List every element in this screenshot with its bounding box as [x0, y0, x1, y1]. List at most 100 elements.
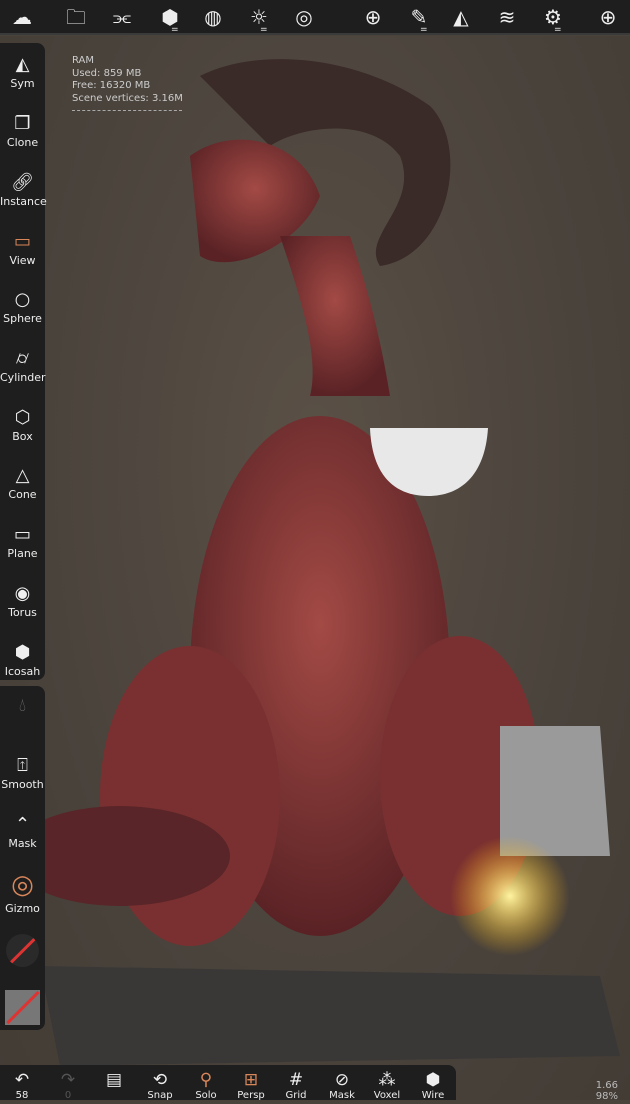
cylinder-icon: ⌭ — [16, 348, 29, 369]
undo-icon: ↶ — [14, 1070, 30, 1090]
torus-button[interactable]: ◉ Torus — [0, 582, 45, 619]
solo-button[interactable]: ⚲ Solo — [186, 1070, 226, 1101]
smooth-button[interactable]: ⍐ Smooth — [0, 754, 45, 791]
dragon-sculpture — [10, 59, 620, 1066]
voxel-button[interactable]: ⁂ Voxel — [367, 1070, 407, 1101]
plane-button[interactable]: ▭ Plane — [0, 523, 45, 560]
corner-stats: 1.66 98% — [596, 1080, 618, 1102]
add-object-icon[interactable]: ⊕ — [595, 4, 621, 30]
light-icon[interactable]: ☼ = — [246, 4, 272, 35]
layers-icon[interactable]: ≋ — [494, 4, 520, 30]
sym-label: Sym — [10, 77, 35, 90]
undo-count: 58 — [15, 1090, 29, 1101]
mask-visibility-label: Mask — [329, 1090, 355, 1101]
sphere-icon: ○ — [14, 289, 31, 310]
sym-button[interactable]: ◭ Sym — [0, 53, 45, 90]
scene-graph-icon[interactable]: ⫘ — [109, 4, 135, 30]
box-button[interactable]: ⬡ Box — [0, 406, 45, 443]
redo-button[interactable]: ↷ 0 — [48, 1070, 88, 1101]
persp-label: Persp — [237, 1090, 265, 1101]
memory-stats: RAM Used: 859 MB Free: 16320 MB Scene ve… — [72, 55, 183, 111]
grid-button[interactable]: # Grid — [276, 1070, 316, 1101]
smooth-icon: ⍐ — [17, 755, 28, 776]
voxel-label: Voxel — [373, 1090, 401, 1101]
mask-button[interactable]: ⌃ Mask — [0, 813, 45, 850]
grid-icon: # — [288, 1070, 304, 1090]
icosahedron-icon: ⬢ — [14, 642, 31, 663]
material-sphere-icon[interactable]: ◍ — [200, 4, 226, 30]
cloud-logo-icon[interactable]: ☁ — [9, 4, 35, 30]
perspective-icon: ⊞ — [243, 1070, 259, 1090]
cylinder-button[interactable]: ⌭ Cylinder — [0, 347, 46, 384]
snap-icon: ⟲ — [152, 1070, 168, 1090]
undo-button[interactable]: ↶ 58 — [2, 1070, 42, 1101]
torus-icon: ◉ — [14, 583, 31, 604]
icosah-label: Icosah — [4, 665, 41, 678]
icosah-button[interactable]: ⬢ Icosah — [0, 641, 45, 678]
ram-free: Free: 16320 MB — [72, 80, 151, 91]
symmetry-icon[interactable]: ◭ — [448, 4, 474, 30]
symmetry-icon: ◭ — [15, 54, 30, 75]
corner-percent: 98% — [595, 1091, 618, 1102]
instance-button[interactable]: 🔗︎ Instance — [0, 171, 47, 208]
mask-icon: ⌃ — [14, 814, 31, 835]
solo-label: Solo — [195, 1090, 217, 1101]
gizmo-label: Gizmo — [5, 902, 40, 915]
wire-button[interactable]: ⬢ Wire — [413, 1070, 453, 1101]
mask-label: Mask — [8, 837, 37, 850]
wire-label: Wire — [421, 1090, 445, 1101]
bottom-toolbar: ↶ 58 ↷ 0 ▤ ⟲ Snap ⚲ Solo ⊞ Persp # Grid ⊘ Mask … — [0, 1065, 456, 1101]
ram-used: Used: 859 MB — [72, 67, 142, 79]
sidebar-bottom-panel: 💧︎ ⍐ Smooth ⌃ Mask ◎ Gizmo — [0, 686, 45, 1030]
clone-button[interactable]: ❐ Clone — [0, 112, 45, 149]
grid-label: Grid — [285, 1090, 307, 1101]
redo-icon: ↷ — [60, 1070, 76, 1090]
plane-icon: ▭ — [13, 524, 31, 545]
voxel-icon: ⁂ — [378, 1070, 396, 1090]
sidebar-top-panel: ◭ Sym ❐ Clone 🔗︎ Instance ▭ View ○ Sphere ⌭ Cy… — [0, 43, 47, 680]
box-label: Box — [12, 430, 33, 443]
wireframe-icon: ⬢ — [425, 1070, 441, 1090]
box-icon: ⬡ — [14, 407, 31, 428]
instance-label: Instance — [0, 195, 47, 208]
torus-label: Torus — [8, 606, 37, 619]
add-layer-icon[interactable]: ⊕ — [360, 4, 386, 30]
gizmo-button[interactable]: ◎ Gizmo — [0, 868, 45, 915]
drop-glyph: 💧︎ — [18, 695, 27, 716]
solo-icon: ⚲ — [199, 1070, 213, 1090]
texture-picker-button[interactable] — [5, 990, 40, 1025]
plane-label: Plane — [7, 547, 38, 560]
empty-slash-icon — [6, 990, 40, 1025]
mesh-topology-icon[interactable]: ⬢ = — [157, 4, 183, 35]
view-label: View — [9, 254, 36, 267]
shading-icon[interactable]: ◎ — [291, 4, 317, 30]
clone-label: Clone — [6, 136, 39, 149]
snap-button[interactable]: ⟲ Snap — [140, 1070, 180, 1101]
link-icon: 🔗︎ — [11, 172, 34, 193]
scene-vertices: Scene vertices: 3.16M — [72, 92, 183, 104]
view-button[interactable]: ▭ View — [0, 230, 45, 267]
stats-divider — [72, 105, 182, 111]
settings-icon[interactable]: ⚙ = — [540, 4, 566, 35]
3d-viewport[interactable] — [0, 36, 630, 1100]
brush-icon[interactable]: ✎ = — [406, 4, 432, 35]
corner-value: 1.66 — [595, 1080, 618, 1091]
sphere-label: Sphere — [3, 312, 42, 325]
cylinder-label: Cylinder — [0, 371, 46, 384]
redo-count: 0 — [64, 1090, 72, 1101]
snap-label: Snap — [147, 1090, 173, 1101]
persp-button[interactable]: ⊞ Persp — [231, 1070, 271, 1101]
drop-icon[interactable]: 💧︎ — [0, 694, 45, 718]
smooth-label: Smooth — [1, 778, 44, 791]
mask-visibility-button[interactable]: ⊘ Mask — [322, 1070, 362, 1101]
cone-button[interactable]: △ Cone — [0, 464, 45, 501]
cone-icon: △ — [15, 465, 30, 486]
folder-icon[interactable]: 🗀 — [63, 4, 89, 30]
history-button[interactable]: ▤ — [94, 1070, 134, 1090]
history-icon: ▤ — [105, 1070, 123, 1090]
sphere-button[interactable]: ○ Sphere — [0, 288, 45, 325]
cone-label: Cone — [8, 488, 37, 501]
alpha-picker-button[interactable] — [6, 934, 39, 967]
clone-icon: ❐ — [14, 113, 31, 134]
camera-icon: ▭ — [13, 231, 31, 252]
